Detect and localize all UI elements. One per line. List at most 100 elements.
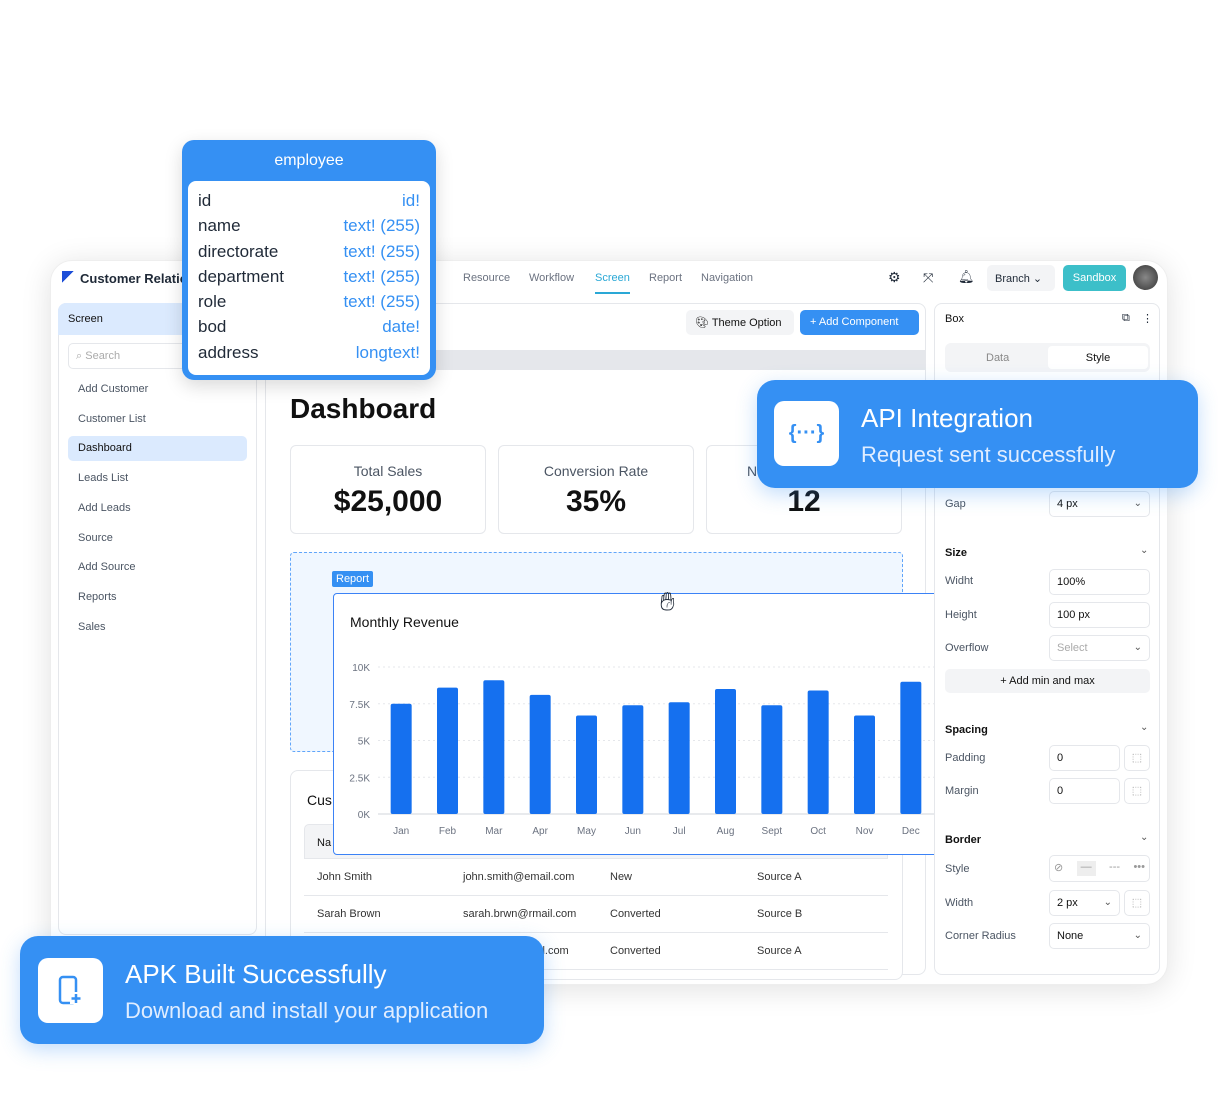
cell-email: sarah.brwn@rmail.com — [463, 908, 577, 920]
kpi-total-sales: Total Sales $25,000 — [290, 445, 486, 534]
corner-radius-select[interactable]: None ⌄ — [1049, 923, 1150, 949]
tab-navigation[interactable]: Navigation — [701, 272, 753, 284]
bar-jan[interactable] — [390, 703, 412, 814]
tab-resource[interactable]: Resource — [463, 272, 510, 284]
monthly-revenue-chart-card[interactable]: Monthly Revenue 0K 2.5K 5K 7.5K 10K Jan Feb Mar… — [333, 593, 945, 855]
add-min-max-button[interactable]: + Add min and max — [945, 669, 1150, 693]
bar-may[interactable] — [576, 715, 597, 814]
cell-name: John Smith — [317, 871, 373, 883]
theme-label: Theme Option — [711, 317, 782, 329]
y-tick-label: 2.5K — [349, 773, 370, 784]
corner-radius-label: Corner Radius — [945, 930, 1016, 942]
bar-feb[interactable] — [437, 687, 458, 814]
border-width-label: Width — [945, 897, 974, 909]
entity-field: address longtext! — [198, 343, 420, 368]
add-component-button[interactable]: + Add Component — [800, 310, 919, 335]
entity-field: name text! (255) — [198, 216, 420, 241]
height-input[interactable]: 100 px — [1049, 602, 1150, 628]
x-tick-label: Jan — [393, 826, 409, 837]
chevron-down-icon: ⌄ — [1103, 897, 1112, 908]
sidebar-item-add-source[interactable]: Add Source — [68, 555, 247, 580]
toast-subtitle: Download and install your application — [125, 998, 489, 1023]
sidebar-item-customer-list[interactable]: Customer List — [68, 407, 247, 432]
sidebar-item-dashboard[interactable]: Dashboard — [68, 436, 247, 461]
tab-style[interactable]: Style — [1048, 346, 1148, 369]
border-style-picker[interactable]: ⊘ — --- ••• — [1049, 855, 1150, 882]
dotted-border-icon[interactable]: ••• — [1133, 861, 1145, 876]
copy-icon[interactable]: ⧉ — [1122, 312, 1130, 325]
x-tick-label: Aug — [717, 826, 735, 837]
gap-value: 4 px — [1057, 498, 1078, 510]
bar-mar[interactable] — [483, 680, 505, 814]
employee-entity-card[interactable]: employee id id! name text! (255) directorate… — [182, 140, 436, 380]
sidebar-item-source[interactable]: Source — [68, 526, 247, 551]
tab-screen[interactable]: Screen — [595, 272, 630, 294]
height-label: Height — [945, 609, 977, 621]
sidebar-item-sales[interactable]: Sales — [68, 615, 247, 640]
y-tick-label: 7.5K — [349, 700, 370, 711]
bar-apr[interactable] — [529, 694, 551, 814]
settings-icon[interactable]: ⚙ — [888, 269, 901, 286]
border-sides-icon[interactable]: ⬚ — [1124, 890, 1150, 916]
sidebar-item-add-customer[interactable]: Add Customer — [68, 377, 247, 402]
sidebar-item-add-leads[interactable]: Add Leads — [68, 496, 247, 521]
field-name: address — [198, 342, 259, 362]
app-title: Customer Relatio — [80, 271, 188, 286]
entity-field: role text! (255) — [198, 292, 420, 317]
bar-jun[interactable] — [622, 705, 644, 814]
table-row[interactable]: Sarah Brown sarah.brwn@rmail.com Converted… — [304, 896, 888, 933]
more-icon[interactable]: ⋮ — [1142, 312, 1153, 325]
entity-field: department text! (255) — [198, 267, 420, 292]
cell-email: il.com — [540, 945, 569, 957]
tab-workflow[interactable]: Workflow — [529, 272, 574, 284]
sidebar-item-reports[interactable]: Reports — [68, 585, 247, 610]
theme-option-button[interactable]: 🎨︎ Theme Option — [686, 310, 794, 335]
bar-oct[interactable] — [807, 690, 829, 814]
margin-input[interactable]: 0 — [1049, 778, 1120, 804]
toast-subtitle: Request sent successfully — [861, 442, 1116, 467]
branch-button[interactable]: Branch ⌄ — [987, 265, 1055, 291]
field-type: text! (255) — [343, 266, 420, 286]
kpi-label: Conversion Rate — [543, 463, 649, 479]
chevron-down-icon[interactable]: ⌄ — [1140, 545, 1148, 556]
avatar[interactable] — [1133, 265, 1158, 290]
search-placeholder: Search — [85, 350, 121, 362]
bar-dec[interactable] — [900, 681, 922, 814]
bell-icon[interactable]: 🔔︎ — [958, 269, 975, 285]
bar-jul[interactable] — [668, 702, 690, 814]
sandbox-button[interactable]: Sandbox — [1063, 265, 1126, 291]
no-border-icon[interactable]: ⊘ — [1054, 861, 1063, 876]
cell-source: Source A — [757, 871, 802, 883]
overflow-select[interactable]: Select ⌄ — [1049, 635, 1150, 661]
chevron-down-icon[interactable]: ⌄ — [1140, 832, 1148, 843]
entity-title: employee — [274, 152, 344, 169]
x-tick-label: Oct — [810, 826, 826, 837]
bar-sept[interactable] — [761, 705, 783, 814]
margin-sides-icon[interactable]: ⬚ — [1124, 778, 1150, 804]
search-icon: ⌕ — [76, 350, 83, 362]
x-tick-label: Jun — [625, 826, 641, 837]
x-tick-label: Dec — [902, 826, 920, 837]
chevron-down-icon[interactable]: ⌄ — [1140, 722, 1148, 733]
gap-select[interactable]: 4 px ⌄ — [1049, 491, 1150, 517]
field-type: text! (255) — [343, 292, 420, 312]
border-section: Border — [945, 834, 982, 846]
border-width-select[interactable]: 2 px ⌄ — [1049, 890, 1120, 916]
width-input[interactable]: 100% — [1049, 569, 1150, 595]
solid-border-icon[interactable]: — — [1076, 861, 1096, 876]
dashed-border-icon[interactable]: --- — [1109, 861, 1120, 876]
chevron-down-icon: ⌄ — [1133, 642, 1142, 653]
bar-aug[interactable] — [715, 689, 736, 814]
padding-sides-icon[interactable]: ⬚ — [1124, 745, 1150, 771]
fullscreen-icon[interactable]: ⤧ — [923, 270, 933, 286]
padding-input[interactable]: 0 — [1049, 745, 1120, 771]
table-row[interactable]: John Smith john.smith@email.com New Source … — [304, 859, 888, 896]
border-style-label: Style — [945, 863, 970, 875]
bar-nov[interactable] — [854, 715, 875, 814]
y-tick-label: 5K — [358, 737, 371, 748]
chevron-down-icon: ⌄ — [1032, 273, 1043, 285]
border-width-value: 2 px — [1057, 897, 1078, 909]
sidebar-item-leads-list[interactable]: Leads List — [68, 466, 247, 491]
tab-data[interactable]: Data — [986, 352, 1009, 364]
tab-report[interactable]: Report — [649, 272, 682, 284]
